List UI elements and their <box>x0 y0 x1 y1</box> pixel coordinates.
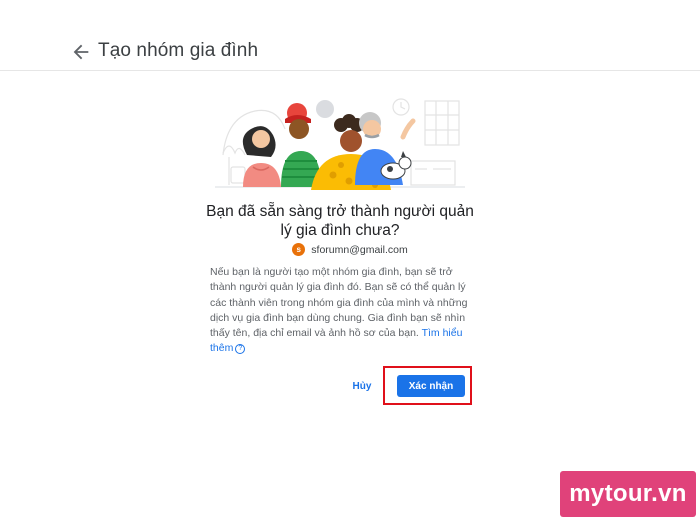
watermark-logo: mytour.vn <box>560 471 696 517</box>
dialog-heading: Bạn đã sẵn sàng trở thành người quản lý … <box>206 203 474 239</box>
arrow-left-icon <box>73 44 89 60</box>
family-illustration <box>215 98 465 190</box>
back-button[interactable] <box>70 41 92 63</box>
watermark-text: mytour.vn <box>569 480 687 507</box>
avatar: s <box>292 243 306 256</box>
cancel-button[interactable]: Hủy <box>345 375 379 397</box>
page-title: Tạo nhóm gia đình <box>98 40 259 61</box>
account-email: sforumn@gmail.com <box>311 243 408 256</box>
page-header: Tạo nhóm gia đình <box>0 0 700 71</box>
account-chip: s sforumn@gmail.com <box>0 243 700 256</box>
confirm-button[interactable]: Xác nhận <box>397 375 465 397</box>
question-circle-icon[interactable]: ? <box>235 343 246 354</box>
description-text: Nếu bạn là người tạo một nhóm gia đình, … <box>210 265 472 357</box>
